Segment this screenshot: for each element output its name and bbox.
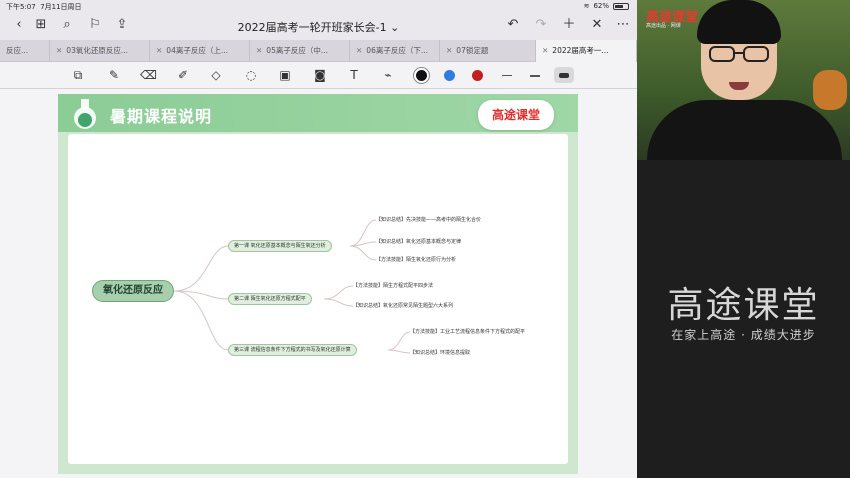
document-canvas[interactable]: 暑期课程说明 高途课堂 氧化还原反应 第一课 氧化还原基本概念与陌生氧还分析 【… bbox=[0, 89, 637, 478]
color-black-swatch[interactable] bbox=[416, 70, 427, 81]
page-title: 暑期课程说明 bbox=[110, 107, 213, 126]
redo-icon[interactable]: ↷ bbox=[534, 18, 548, 32]
tab-7-active[interactable]: ✕ 2022届高考一... bbox=[536, 40, 637, 62]
tab-2[interactable]: ✕ 03氧化还原反应... bbox=[50, 40, 150, 62]
top-bar: ‹ ⊞ ⌕ ⚐ ⇪ 2022届高考一轮开班家长会-1 ⌄ ↶ ↷ ＋ ✕ ⋯ bbox=[0, 12, 637, 40]
undo-icon[interactable]: ↶ bbox=[506, 18, 520, 32]
color-red-swatch[interactable] bbox=[472, 70, 483, 81]
mindmap-leaf: 【方法技能】工业工艺流程信息条件下方程式的配平 bbox=[410, 329, 526, 335]
document-page: 暑期课程说明 高途课堂 氧化还原反应 第一课 氧化还原基本概念与陌生氧还分析 【… bbox=[58, 94, 578, 474]
highlighter-icon[interactable]: ✐ bbox=[175, 67, 191, 83]
status-time: 下午5:07 7月11日周日 bbox=[6, 3, 82, 11]
medium-stroke-option[interactable] bbox=[530, 75, 540, 77]
eraser-icon[interactable]: ⌫ bbox=[140, 67, 157, 83]
brand-logo: 高途课堂 bbox=[667, 285, 820, 326]
pen-icon[interactable]: ✎ bbox=[106, 67, 122, 83]
text-icon[interactable]: T bbox=[346, 67, 362, 83]
add-page-icon[interactable]: ＋ bbox=[562, 18, 576, 32]
battery-percent: 62% bbox=[593, 2, 609, 10]
webcam-logo-sub: 高途出品 · 网课 bbox=[646, 23, 681, 29]
thin-stroke-option[interactable] bbox=[502, 75, 512, 76]
ipad-screen: 下午5:07 7月11日周日 ≋ 62% ‹ ⊞ ⌕ ⚐ ⇪ 2022届高考一轮… bbox=[0, 0, 637, 478]
shapes-icon[interactable]: ◇ bbox=[208, 67, 224, 83]
brand-slogan: 在家上高途 · 成绩大进步 bbox=[671, 328, 816, 342]
laser-icon[interactable]: ⌁ bbox=[380, 67, 396, 83]
more-icon[interactable]: ⋯ bbox=[616, 18, 630, 32]
tiger-mascot bbox=[813, 70, 847, 110]
app-root: 下午5:07 7月11日周日 ≋ 62% ‹ ⊞ ⌕ ⚐ ⇪ 2022届高考一轮… bbox=[0, 0, 850, 478]
mindmap-branch-1: 第一课 氧化还原基本概念与陌生氧还分析 bbox=[228, 240, 332, 252]
camera-icon[interactable]: ◙ bbox=[312, 67, 328, 83]
tab-6[interactable]: ✕ 07锁定题 bbox=[440, 40, 536, 62]
page-content: 氧化还原反应 第一课 氧化还原基本概念与陌生氧还分析 【知识总结】先决技能——高… bbox=[68, 134, 568, 464]
tab-bar: 反应... ✕ 03氧化还原反应... ✕ 04离子反应（上... ✕ 05离子反应（… bbox=[0, 40, 637, 62]
glasses-icon bbox=[709, 46, 769, 62]
mindmap-leaf: 【方法技能】陌生氧化还原行为分析 bbox=[376, 257, 457, 263]
mindmap-leaf: 【方法技能】陌生方程式配平四步法 bbox=[353, 283, 434, 289]
battery-icon bbox=[613, 2, 629, 10]
page-view-icon[interactable]: ⧉ bbox=[70, 67, 86, 83]
gaotu-logo: 高途课堂 bbox=[478, 100, 554, 130]
tab-3[interactable]: ✕ 04离子反应（上... bbox=[150, 40, 250, 62]
status-right: ≋ 62% bbox=[584, 2, 629, 10]
mindmap-leaf: 【知识总结】氧化还原常见陌生题型六大系列 bbox=[353, 303, 454, 309]
flask-icon bbox=[74, 99, 96, 129]
teacher-webcam: 高途课堂 高途出品 · 网课 bbox=[637, 0, 850, 160]
mindmap-leaf: 【知识总结】先决技能——高考中的陌生化合价 bbox=[376, 217, 482, 223]
color-blue-swatch[interactable] bbox=[444, 70, 455, 81]
teacher-body bbox=[647, 100, 842, 160]
page-header: 暑期课程说明 高途课堂 bbox=[58, 94, 578, 132]
tab-4[interactable]: ✕ 05离子反应（中... bbox=[250, 40, 350, 62]
mindmap-leaf: 【知识总结】氧化还原基本概念与定律 bbox=[376, 239, 462, 245]
mindmap-leaf: 【知识总结】环境信息提取 bbox=[410, 350, 471, 356]
tab-1[interactable]: 反应... bbox=[0, 40, 50, 62]
drawing-toolbar: ⧉ ✎ ⌫ ✐ ◇ ◌ ▣ ◙ T ⌁ bbox=[0, 62, 637, 89]
mindmap-root: 氧化还原反应 bbox=[92, 280, 174, 302]
mindmap-branch-2: 第二课 陌生氧化还原方程式配平 bbox=[228, 293, 312, 305]
teacher-hair bbox=[697, 0, 781, 44]
image-icon[interactable]: ▣ bbox=[277, 67, 293, 83]
mindmap-branch-3: 第三课 流程信息条件下方程式的书写及氧化还原计算 bbox=[228, 344, 357, 356]
tab-5[interactable]: ✕ 06离子反应（下... bbox=[350, 40, 440, 62]
wifi-icon: ≋ bbox=[583, 2, 590, 10]
status-bar: 下午5:07 7月11日周日 ≋ 62% bbox=[0, 0, 637, 12]
close-icon[interactable]: ✕ bbox=[590, 18, 604, 32]
thick-stroke-option[interactable] bbox=[554, 67, 574, 83]
lasso-icon[interactable]: ◌ bbox=[243, 67, 259, 83]
brand-panel: 高途课堂 在家上高途 · 成绩大进步 bbox=[637, 160, 850, 478]
